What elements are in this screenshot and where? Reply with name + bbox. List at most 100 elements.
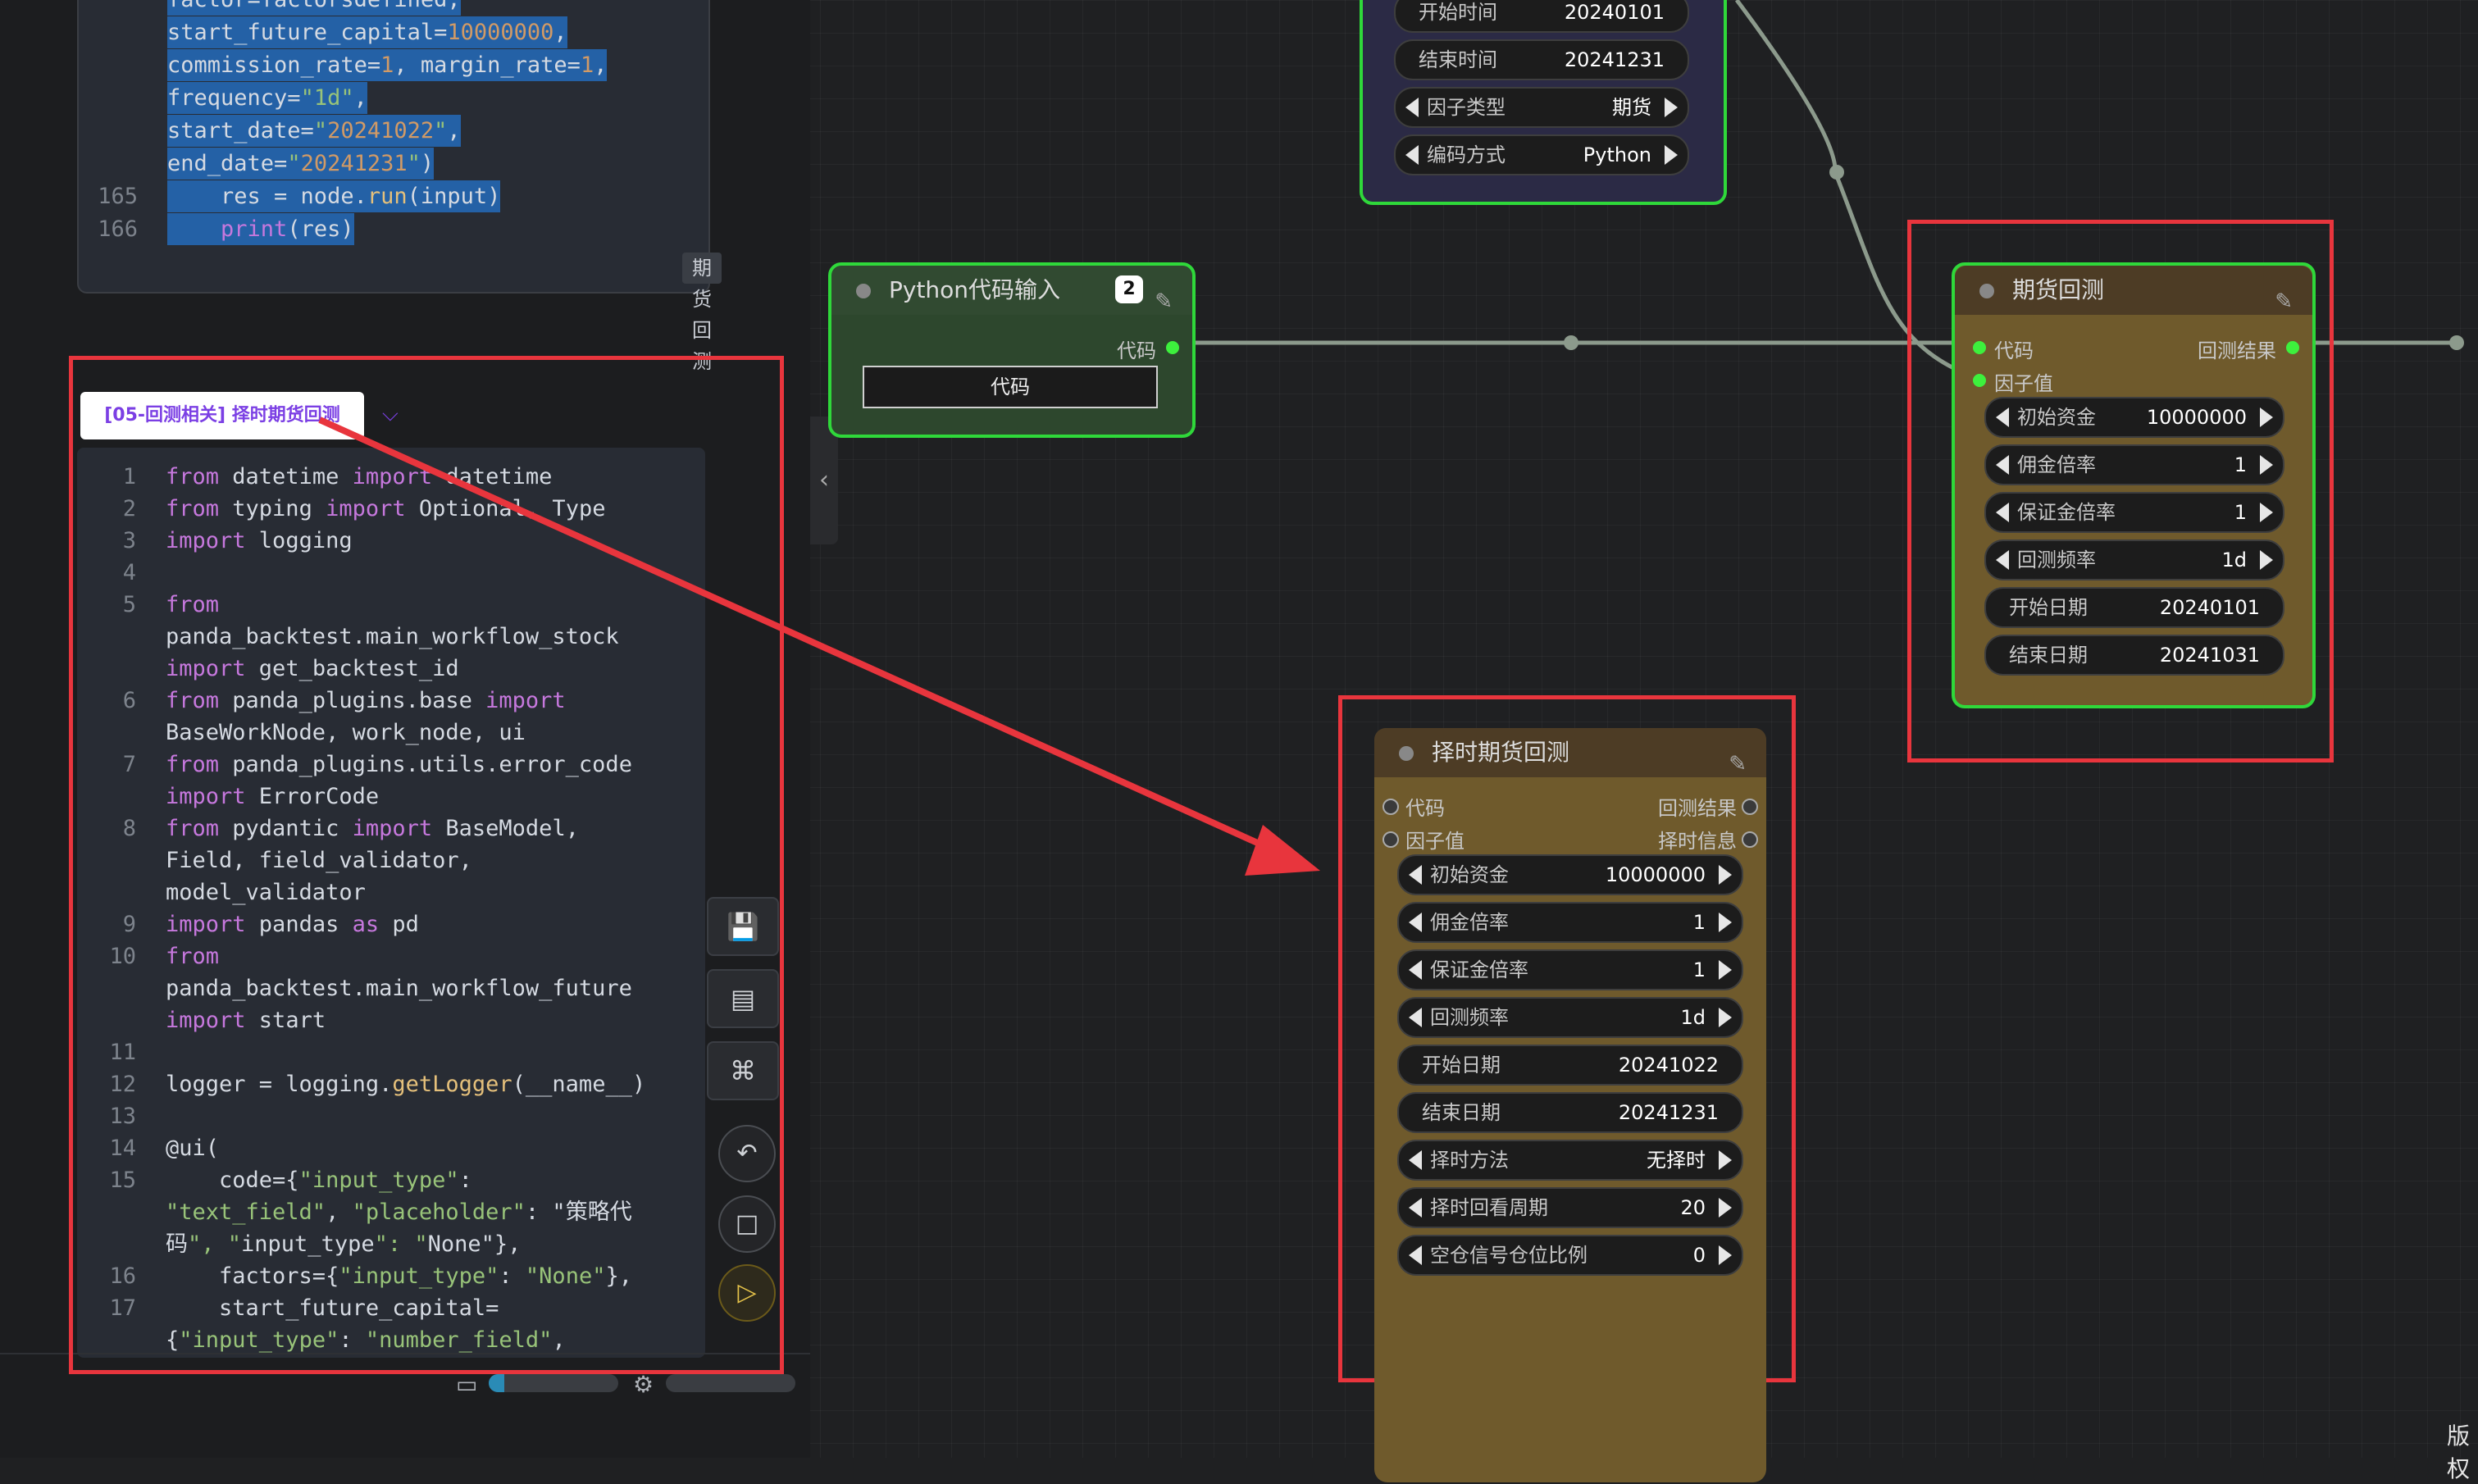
widget-label: 结束日期 (1422, 1101, 1501, 1124)
arrow-right-icon[interactable] (1665, 98, 1678, 117)
arrow-right-icon[interactable] (1719, 1245, 1732, 1265)
arrow-left-icon[interactable] (1409, 1150, 1422, 1170)
widget-stepper[interactable]: 佣金倍率 1 (1397, 902, 1743, 943)
output-port-label: 回测结果 (1658, 797, 1737, 820)
arrow-right-icon[interactable] (1719, 1008, 1732, 1027)
node-status-dot (1979, 284, 1994, 298)
arrow-left-icon[interactable] (1409, 913, 1422, 932)
code-button[interactable]: 代码 (863, 366, 1158, 408)
widget-value: 1 (1692, 911, 1706, 934)
widget-stepper[interactable]: 佣金倍率 1 (1984, 444, 2284, 485)
output-socket[interactable] (2286, 341, 2299, 354)
widget-value: Python (1583, 143, 1651, 166)
arrow-left-icon[interactable] (1409, 960, 1422, 980)
watermark: 版权 (2447, 1423, 2471, 1482)
widget-stepper[interactable]: 保证金倍率 1 (1984, 492, 2284, 533)
input-socket-factor[interactable] (1382, 831, 1399, 848)
widget-value: 20240101 (1564, 1, 1665, 24)
widget-label: 择时方法 (1430, 1149, 1509, 1172)
widget-label: 择时回看周期 (1430, 1196, 1548, 1219)
widget-label: 回测频率 (1430, 1006, 1509, 1029)
arrow-left-icon[interactable] (1996, 503, 2009, 522)
widget-stepper[interactable]: 因子类型 期货 (1394, 87, 1689, 128)
widget-label: 佣金倍率 (2017, 453, 2096, 476)
arrow-right-icon[interactable] (1719, 1198, 1732, 1218)
widget-value: 1 (2234, 501, 2247, 524)
widget-stepper[interactable]: 初始资金 10000000 (1397, 854, 1743, 895)
widget-value: 1d (2221, 549, 2247, 571)
widget-value: 10000000 (1605, 863, 1706, 886)
widget-value: 1d (1680, 1006, 1706, 1029)
widget-field[interactable]: 结束时间 20241231 (1394, 39, 1689, 80)
widget-label: 开始时间 (1419, 1, 1497, 24)
node-status-dot (856, 284, 871, 298)
widget-stepper[interactable]: 编码方式 Python (1394, 134, 1689, 175)
arrow-right-icon[interactable] (1719, 1150, 1732, 1170)
arrow-left-icon[interactable] (1409, 865, 1422, 885)
arrow-right-icon[interactable] (2260, 407, 2273, 427)
output-port-label: 回测结果 (2198, 339, 2276, 362)
input-socket-factor[interactable] (1973, 374, 1986, 387)
arrow-right-icon[interactable] (2260, 550, 2273, 570)
futures-backtest-node[interactable]: 期货回测 ✎ 代码 因子值 回测结果 初始资金 10000000 佣金倍率 1 保证金倍… (1952, 262, 2316, 708)
arrow-right-icon[interactable] (1665, 145, 1678, 165)
arrow-left-icon[interactable] (1405, 145, 1419, 165)
widget-stepper[interactable]: 初始资金 10000000 (1984, 397, 2284, 438)
widget-stepper[interactable]: 回测频率 1d (1397, 997, 1743, 1038)
arrow-left-icon[interactable] (1996, 550, 2009, 570)
node-status-dot (1399, 746, 1414, 761)
widget-field[interactable]: 结束日期 20241231 (1397, 1092, 1743, 1133)
widget-stepper[interactable]: 空仓信号仓位比例 0 (1397, 1235, 1743, 1276)
edit-icon[interactable]: ✎ (1155, 277, 1173, 326)
widget-stepper[interactable]: 保证金倍率 1 (1397, 949, 1743, 990)
input-port-label: 因子值 (1994, 372, 2053, 395)
output-socket[interactable] (1166, 341, 1179, 354)
widget-stepper[interactable]: 回测频率 1d (1984, 539, 2284, 580)
widget-stepper[interactable]: 择时回看周期 20 (1397, 1187, 1743, 1228)
widget-value: 无择时 (1647, 1149, 1706, 1172)
output-port-label: 代码 (1117, 339, 1156, 362)
widget-value: 1 (1692, 958, 1706, 981)
widget-value: 20240101 (2159, 596, 2260, 619)
widget-label: 佣金倍率 (1430, 911, 1509, 934)
widget-field[interactable]: 开始时间 20240101 (1394, 0, 1689, 33)
arrow-left-icon[interactable] (1409, 1198, 1422, 1218)
widget-stepper[interactable]: 择时方法 无择时 (1397, 1140, 1743, 1181)
arrow-left-icon[interactable] (1996, 407, 2009, 427)
widget-label: 结束日期 (2009, 644, 2088, 667)
widget-value: 20241022 (1618, 1054, 1719, 1077)
arrow-left-icon[interactable] (1405, 98, 1419, 117)
widget-field[interactable]: 开始日期 20241022 (1397, 1045, 1743, 1086)
factor-node-top[interactable]: 开始时间 20240101 结束时间 20241231 因子类型 期货编码方式 Python (1360, 0, 1727, 205)
input-socket-code[interactable] (1382, 799, 1399, 815)
widget-value: 1 (2234, 453, 2247, 476)
widget-label: 结束时间 (1419, 48, 1497, 71)
arrow-right-icon[interactable] (1719, 913, 1732, 932)
timing-futures-node[interactable]: 择时期货回测 ✎ 代码 因子值 回测结果 择时信息 初始资金 10000000 佣金… (1374, 728, 1766, 1482)
widget-label: 保证金倍率 (1430, 958, 1528, 981)
widget-field[interactable]: 结束日期 20241031 (1984, 635, 2284, 676)
input-socket-code[interactable] (1973, 341, 1986, 354)
arrow-left-icon[interactable] (1409, 1245, 1422, 1265)
widget-value: 20 (1680, 1196, 1706, 1219)
widget-label: 开始日期 (2009, 596, 2088, 619)
widget-value: 20241231 (1564, 48, 1665, 71)
widget-label: 初始资金 (2017, 406, 2096, 429)
arrow-right-icon[interactable] (2260, 455, 2273, 475)
widget-value: 20241031 (2159, 644, 2260, 667)
input-port-label: 代码 (1405, 797, 1445, 820)
node-title: 期货回测 (2012, 276, 2105, 303)
edit-icon[interactable]: ✎ (1729, 740, 1747, 789)
arrow-right-icon[interactable] (2260, 503, 2273, 522)
output-socket-timing[interactable] (1742, 831, 1758, 848)
arrow-left-icon[interactable] (1996, 455, 2009, 475)
arrow-left-icon[interactable] (1409, 1008, 1422, 1027)
widget-label: 因子类型 (1427, 96, 1505, 119)
widget-field[interactable]: 开始日期 20240101 (1984, 587, 2284, 628)
output-socket-result[interactable] (1742, 799, 1758, 815)
widget-label: 编码方式 (1427, 143, 1505, 166)
arrow-right-icon[interactable] (1719, 960, 1732, 980)
edit-icon[interactable]: ✎ (2275, 277, 2293, 326)
arrow-right-icon[interactable] (1719, 865, 1732, 885)
python-code-node[interactable]: Python代码输入 2 ✎ 代码 代码 (828, 262, 1196, 438)
